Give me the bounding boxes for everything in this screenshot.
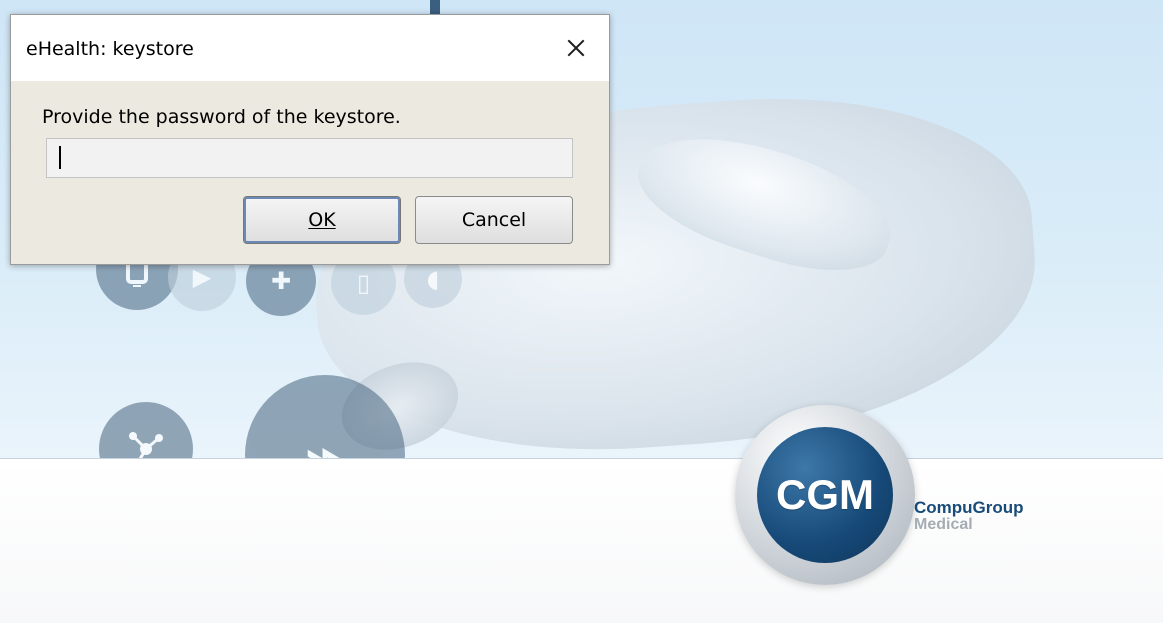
- password-prompt: Provide the password of the keystore.: [42, 106, 401, 128]
- ok-button[interactable]: OK: [243, 196, 401, 244]
- company-name-top: CompuGroup: [914, 498, 1024, 517]
- keystore-password-dialog: eHealth: keystore Provide the password o…: [10, 14, 610, 265]
- top-accent: [430, 0, 440, 14]
- close-icon: [567, 39, 585, 57]
- lower-band: [0, 458, 1163, 623]
- cgm-logo-icon: CGM: [757, 427, 893, 563]
- text-caret: [59, 146, 61, 169]
- dialog-title: eHealth: keystore: [26, 38, 194, 60]
- ok-button-label: OK: [308, 209, 336, 231]
- company-brand: CompuGroup Medical: [914, 499, 1024, 534]
- dialog-titlebar: eHealth: keystore: [11, 15, 609, 81]
- close-button[interactable]: [559, 31, 593, 65]
- company-name-bottom: Medical: [914, 515, 973, 533]
- password-input[interactable]: [46, 138, 573, 178]
- cancel-button[interactable]: Cancel: [415, 196, 573, 244]
